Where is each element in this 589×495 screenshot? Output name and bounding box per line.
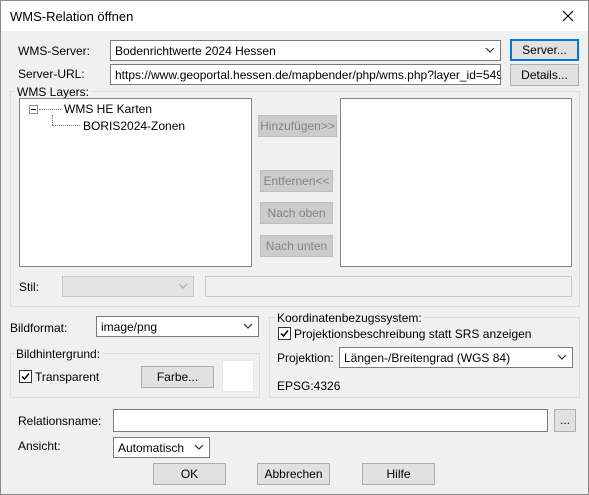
projection-value: Längen-/Breitengrad (WGS 84) [344, 351, 511, 365]
projection-label: Projektion: [277, 351, 334, 365]
view-select[interactable]: Automatisch [113, 437, 210, 458]
chevron-down-icon [485, 47, 495, 53]
server-url-value: https://www.geoportal.hessen.de/mapbende… [115, 68, 501, 82]
title-bar: WMS-Relation öffnen [1, 1, 588, 31]
tree-connector [52, 125, 80, 126]
image-format-select[interactable]: image/png [96, 316, 259, 337]
view-label: Ansicht: [18, 439, 61, 453]
tree-node-child[interactable]: BORIS2024-Zonen [83, 119, 185, 133]
tree-connector [39, 109, 61, 110]
image-format-value: image/png [101, 320, 158, 334]
window-title: WMS-Relation öffnen [10, 9, 134, 24]
layer-tree[interactable]: WMS HE Karten BORIS2024-Zonen [19, 98, 252, 267]
color-button[interactable]: Farbe... [141, 366, 214, 388]
close-icon [562, 10, 574, 22]
chevron-down-icon [557, 354, 567, 360]
help-button[interactable]: Hilfe [362, 463, 435, 485]
wms-relation-dialog: WMS-Relation öffnen WMS-Server: Bodenric… [0, 0, 589, 495]
projection-select[interactable]: Längen-/Breitengrad (WGS 84) [339, 347, 573, 368]
wms-server-label: WMS-Server: [18, 44, 90, 58]
chevron-down-icon [178, 283, 188, 289]
crs-group-title: Koordinatenbezugssystem: [275, 311, 424, 325]
checkmark-icon [21, 373, 30, 381]
tree-node-root[interactable]: WMS HE Karten [64, 102, 152, 116]
transparent-checkbox[interactable] [19, 370, 32, 383]
wms-server-value: Bodenrichtwerte 2024 Hessen [115, 44, 276, 58]
style-select[interactable] [62, 276, 194, 297]
wms-server-select[interactable]: Bodenrichtwerte 2024 Hessen [110, 40, 501, 61]
details-button[interactable]: Details... [510, 64, 579, 86]
move-down-button[interactable]: Nach unten [260, 235, 333, 257]
add-layer-button[interactable]: Hinzufügen>> [258, 115, 337, 137]
server-url-field[interactable]: https://www.geoportal.hessen.de/mapbende… [110, 64, 501, 85]
transparent-label: Transparent [35, 370, 100, 384]
chevron-down-icon [194, 444, 204, 450]
wms-layers-title: WMS Layers: [15, 85, 92, 99]
style-label: Stil: [19, 280, 40, 294]
cancel-button[interactable]: Abbrechen [257, 463, 330, 485]
tree-connector [52, 115, 53, 125]
remove-layer-button[interactable]: Entfernen<< [260, 170, 333, 192]
background-group-title: Bildhintergrund: [14, 347, 103, 361]
checkmark-icon [280, 330, 289, 338]
tree-expander[interactable] [29, 105, 38, 114]
view-value: Automatisch [118, 441, 185, 455]
minus-icon [31, 109, 36, 110]
image-format-label: Bildformat: [10, 321, 68, 335]
server-url-label: Server-URL: [18, 67, 85, 81]
projection-description-checkbox[interactable] [278, 327, 291, 340]
relation-name-label: Relationsname: [18, 414, 102, 428]
selected-layers-list[interactable] [340, 98, 572, 267]
projection-description-label: Projektionsbeschreibung statt SRS anzeig… [294, 327, 532, 341]
server-button[interactable]: Server... [510, 39, 579, 61]
chevron-down-icon [243, 323, 253, 329]
relation-name-field[interactable] [113, 409, 548, 432]
epsg-code: EPSG:4326 [277, 379, 341, 393]
close-button[interactable] [548, 1, 588, 31]
move-up-button[interactable]: Nach oben [260, 202, 333, 224]
color-swatch [222, 360, 254, 392]
ok-button[interactable]: OK [153, 463, 226, 485]
style-description-field[interactable] [205, 276, 572, 297]
browse-button[interactable]: ... [554, 409, 576, 432]
